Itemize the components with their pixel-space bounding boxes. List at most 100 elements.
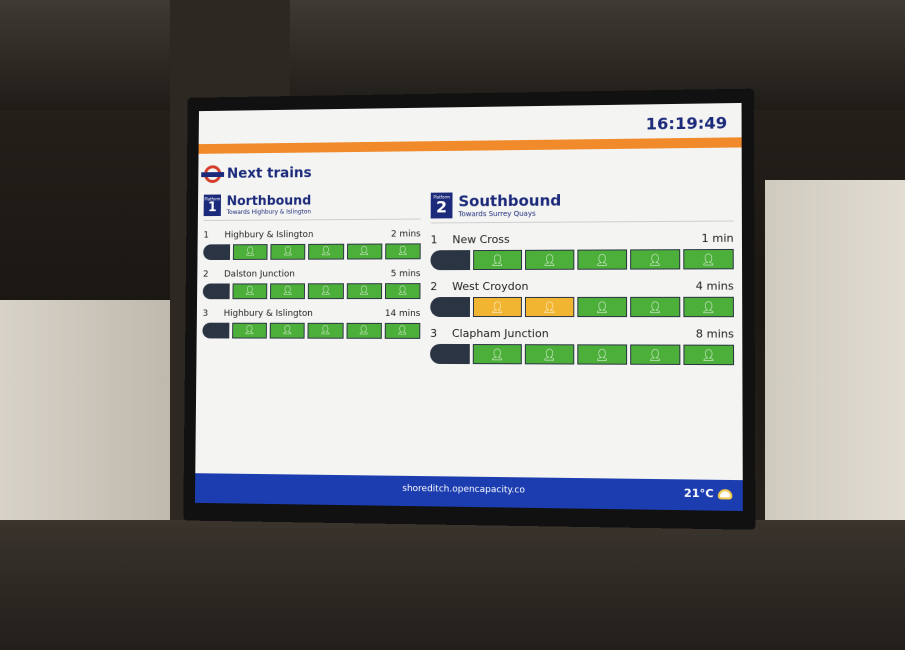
carriage-amber: 👤︎ (473, 297, 522, 317)
direction-towards: Towards Surrey Quays (458, 210, 561, 219)
platform-badge: Platform 2 (431, 193, 453, 219)
person-icon: 👤︎ (320, 326, 331, 336)
carriage-green: 👤︎ (308, 244, 343, 260)
train-info: 2 West Croydon 4 mins (430, 279, 734, 293)
person-icon: 👤︎ (358, 286, 369, 296)
train-due-time: 8 mins (696, 327, 734, 340)
train-row: 2 West Croydon 4 mins 👤︎ 👤︎ 👤︎ 👤︎ 👤︎ (430, 279, 734, 317)
train-row: 3 Highbury & Islington 14 mins 👤︎ 👤︎ 👤︎ 👤︎ 👤︎ (202, 309, 420, 339)
platform-header: Platform 1 Northbound Towards Highbury &… (204, 193, 421, 221)
train-nose (203, 244, 230, 260)
partly-cloudy-icon (718, 489, 733, 499)
direction-towards: Towards Highbury & Islington (227, 208, 312, 215)
train-list: 1 New Cross 1 min 👤︎ 👤︎ 👤︎ 👤︎ 👤︎ 2 West Croydon 4 … (430, 232, 734, 366)
carriage-green: 👤︎ (630, 344, 680, 364)
person-icon: 👤︎ (397, 326, 408, 336)
carriage-green: 👤︎ (270, 323, 305, 339)
train-destination: New Cross (452, 232, 701, 246)
person-icon: 👤︎ (701, 300, 715, 313)
person-icon: 👤︎ (397, 246, 408, 256)
train-nose (202, 323, 229, 339)
clock: 16:19:49 (646, 113, 727, 133)
lower-wall (0, 520, 905, 650)
train-due-time: 1 min (701, 232, 733, 245)
person-icon: 👤︎ (490, 300, 504, 313)
person-icon: 👤︎ (648, 253, 662, 266)
train-index: 2 (203, 270, 224, 280)
person-icon: 👤︎ (543, 253, 557, 266)
tfl-roundel-icon (204, 165, 221, 183)
train-row: 1 New Cross 1 min 👤︎ 👤︎ 👤︎ 👤︎ 👤︎ (430, 232, 733, 270)
person-icon: 👤︎ (648, 348, 662, 361)
footer-bar: shoreditch.opencapacity.co 21°C (195, 473, 743, 511)
train-info: 1 New Cross 1 min (431, 232, 734, 247)
train-row: 3 Clapham Junction 8 mins 👤︎ 👤︎ 👤︎ 👤︎ 👤︎ (430, 327, 734, 365)
carriage-green: 👤︎ (308, 323, 343, 339)
person-icon: 👤︎ (701, 253, 715, 266)
train-due-time: 4 mins (696, 279, 734, 292)
orange-accent-bar (199, 137, 742, 154)
train-index: 2 (430, 280, 452, 293)
carriage-green: 👤︎ (385, 243, 421, 259)
platform-column-northbound: Platform 1 Northbound Towards Highbury &… (202, 193, 421, 339)
carriage-green: 👤︎ (577, 249, 627, 269)
train-destination: Highbury & Islington (224, 309, 385, 319)
train-destination: Dalston Junction (224, 269, 391, 279)
train-nose (203, 283, 230, 299)
person-icon: 👤︎ (595, 348, 609, 361)
carriage-green: 👤︎ (232, 283, 267, 299)
board-title: Next trains (227, 165, 312, 182)
person-icon: 👤︎ (542, 348, 556, 361)
carriage-green: 👤︎ (385, 323, 421, 339)
train-index: 1 (203, 231, 224, 241)
carriage-green: 👤︎ (525, 344, 574, 364)
person-icon: 👤︎ (701, 348, 715, 361)
direction-title: Northbound (227, 194, 312, 209)
departure-board-screen: 16:19:49 Next trains Platform 1 Northbou… (195, 103, 743, 511)
train-row: 1 Highbury & Islington 2 mins 👤︎ 👤︎ 👤︎ 👤︎ 👤︎ (203, 229, 421, 260)
platform-number: 1 (208, 201, 217, 214)
train-index: 3 (430, 327, 452, 340)
tv-monitor: 16:19:49 Next trains Platform 1 Northbou… (183, 89, 755, 530)
carriage-green: 👤︎ (347, 244, 383, 260)
footer-url: shoreditch.opencapacity.co (195, 481, 743, 499)
train-nose (430, 250, 470, 270)
train-row: 2 Dalston Junction 5 mins 👤︎ 👤︎ 👤︎ 👤︎ 👤︎ (203, 269, 421, 299)
carriage-green: 👤︎ (630, 249, 680, 269)
person-icon: 👤︎ (543, 300, 557, 313)
carriage-capacity-bar: 👤︎ 👤︎ 👤︎ 👤︎ 👤︎ (203, 283, 421, 299)
carriage-green: 👤︎ (308, 283, 343, 299)
person-icon: 👤︎ (358, 326, 369, 336)
person-icon: 👤︎ (595, 253, 609, 266)
carriage-green: 👤︎ (271, 244, 306, 260)
direction-title: Southbound (458, 192, 561, 211)
train-index: 1 (431, 233, 453, 246)
person-icon: 👤︎ (244, 286, 255, 296)
person-icon: 👤︎ (359, 247, 370, 257)
carriage-capacity-bar: 👤︎ 👤︎ 👤︎ 👤︎ 👤︎ (430, 249, 733, 270)
platform-number: 2 (436, 200, 447, 216)
platform-header: Platform 2 Southbound Towards Surrey Qua… (431, 190, 734, 223)
person-icon: 👤︎ (283, 247, 294, 257)
carriage-green: 👤︎ (683, 297, 734, 317)
person-icon: 👤︎ (595, 300, 609, 313)
train-destination: Clapham Junction (452, 327, 696, 341)
carriage-green: 👤︎ (346, 323, 382, 339)
train-info: 1 Highbury & Islington 2 mins (203, 229, 420, 240)
train-info: 3 Clapham Junction 8 mins (430, 327, 734, 341)
person-icon: 👤︎ (397, 286, 408, 296)
photo-scene: 16:19:49 Next trains Platform 1 Northbou… (0, 0, 905, 650)
temperature: 21°C (684, 487, 714, 501)
person-icon: 👤︎ (282, 286, 293, 296)
train-destination: Highbury & Islington (224, 230, 391, 241)
carriage-green: 👤︎ (577, 297, 627, 317)
carriage-capacity-bar: 👤︎ 👤︎ 👤︎ 👤︎ 👤︎ (203, 243, 421, 260)
platform-column-southbound: Platform 2 Southbound Towards Surrey Qua… (430, 190, 734, 365)
train-due-time: 14 mins (385, 309, 421, 319)
train-index: 3 (203, 309, 224, 319)
carriage-green: 👤︎ (385, 283, 421, 299)
carriage-green: 👤︎ (525, 250, 574, 270)
platform-badge: Platform 1 (204, 195, 221, 217)
carriage-green: 👤︎ (473, 344, 522, 364)
person-icon: 👤︎ (320, 286, 331, 296)
